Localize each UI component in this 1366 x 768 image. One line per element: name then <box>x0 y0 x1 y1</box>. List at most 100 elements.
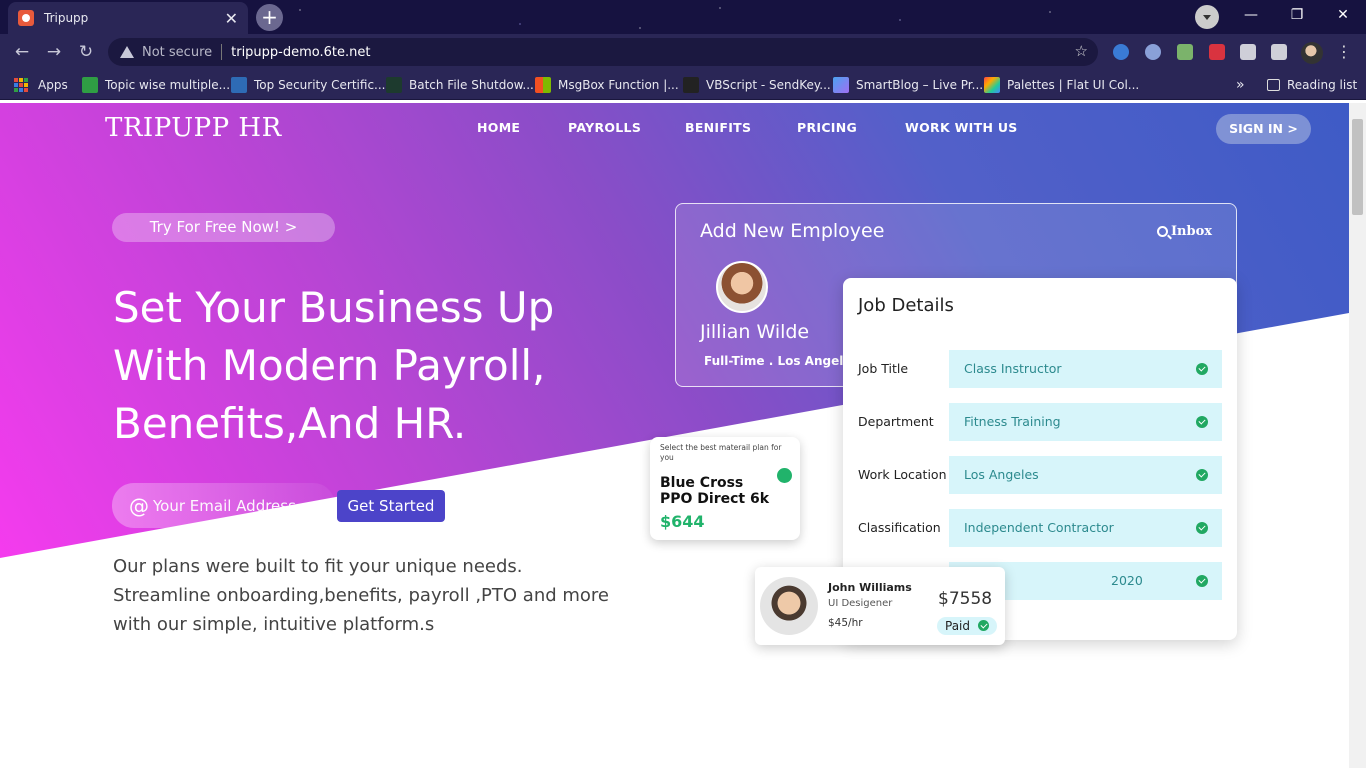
plan-card[interactable]: Select the best materail plan for you Bl… <box>650 437 800 540</box>
reading-list-icon <box>1267 79 1280 91</box>
profile-avatar[interactable] <box>1301 42 1323 64</box>
warning-icon[interactable] <box>120 46 134 58</box>
bookmark-item[interactable]: VBScript - SendKey... <box>683 76 831 94</box>
bookmark-apps[interactable]: Apps <box>14 76 68 94</box>
bookmark-item[interactable]: SmartBlog – Live Pr... <box>833 76 983 94</box>
url-text[interactable]: tripupp-demo.6te.net <box>231 45 370 60</box>
site-logo[interactable]: TRIPUPP HR <box>105 113 282 143</box>
extensions-puzzle-icon[interactable] <box>1240 44 1256 60</box>
forward-button[interactable]: → <box>42 40 66 64</box>
plan-price: $644 <box>660 512 705 531</box>
close-window-button[interactable]: ✕ <box>1320 0 1366 30</box>
hero-subtext: Our plans were built to fit your unique … <box>113 556 610 635</box>
nav-pricing[interactable]: PRICING <box>797 120 857 135</box>
microsoft-icon <box>535 77 551 93</box>
nav-home[interactable]: HOME <box>477 120 520 135</box>
new-tab-button[interactable]: + <box>256 4 283 31</box>
bookmark-item[interactable]: Batch File Shutdow... <box>386 76 534 94</box>
nav-work-with-us[interactable]: WORK WITH US <box>905 120 1018 135</box>
bookmark-label: Topic wise multiple... <box>105 78 231 92</box>
omnibox-divider <box>221 44 223 60</box>
media-control-icon[interactable] <box>1271 44 1287 60</box>
extension-icon-3[interactable] <box>1177 44 1193 60</box>
payroll-card[interactable]: John Williams UI Desigener $45/hr $7558 … <box>755 567 1005 645</box>
bookmark-star-icon[interactable]: ☆ <box>1075 42 1088 60</box>
bookmark-label: Top Security Certific... <box>254 78 386 92</box>
plan-hint: Select the best materail plan for you <box>660 443 782 462</box>
payroll-avatar <box>760 577 818 635</box>
site-icon <box>231 77 247 93</box>
scrollbar-thumb[interactable] <box>1352 119 1363 215</box>
job-detail-value[interactable]: Fitness Training <box>949 403 1222 441</box>
add-employee-title: Add New Employee <box>700 220 885 242</box>
check-circle-icon <box>978 620 989 631</box>
job-detail-row: Department Fitness Training <box>858 403 1222 441</box>
job-detail-row: Job Title Class Instructor <box>858 350 1222 388</box>
extension-icon-2[interactable] <box>1145 44 1161 60</box>
plan-name: Blue Cross PPO Direct 6k <box>660 475 770 507</box>
job-detail-value[interactable]: Los Angeles <box>949 456 1222 494</box>
address-bar[interactable]: Not secure tripupp-demo.6te.net ☆ <box>108 38 1098 66</box>
job-detail-row: Classification Independent Contractor <box>858 509 1222 547</box>
payroll-rate: $45/hr <box>828 617 863 629</box>
bookmark-label: SmartBlog – Live Pr... <box>856 78 984 92</box>
reload-button[interactable]: ↻ <box>74 40 98 64</box>
tripupp-favicon-icon <box>18 10 34 26</box>
search-icon <box>1156 226 1168 237</box>
paid-label: Paid <box>945 619 971 633</box>
inbox-link[interactable]: Inbox <box>1156 224 1212 239</box>
browser-menu-icon[interactable]: ⋮ <box>1336 42 1352 61</box>
site-icon <box>683 77 699 93</box>
reading-list-button[interactable]: Reading list <box>1267 76 1357 94</box>
at-icon: @ <box>129 493 149 518</box>
back-button[interactable]: ← <box>10 40 34 64</box>
job-detail-value[interactable]: Independent Contractor <box>949 509 1222 547</box>
page-viewport: TRIPUPP HR HOME PAYROLLS BENIFITS PRICIN… <box>0 103 1349 768</box>
try-free-button[interactable]: Try For Free Now! > <box>112 213 335 242</box>
nav-benifits[interactable]: BENIFITS <box>685 120 751 135</box>
email-input[interactable]: @ Your Email Address <box>112 483 335 528</box>
nav-payrolls[interactable]: PAYROLLS <box>568 120 641 135</box>
geeks-icon <box>82 77 98 93</box>
bookmark-item[interactable]: Palettes | Flat UI Col... <box>984 76 1139 94</box>
employee-name: Jillian Wilde <box>700 321 810 343</box>
more-bookmarks-button[interactable]: » <box>1236 76 1245 94</box>
bookmark-item[interactable]: MsgBox Function |... <box>535 76 679 94</box>
check-circle-icon <box>1196 416 1208 428</box>
extension-icon-1[interactable] <box>1113 44 1129 60</box>
tab-search-icon[interactable] <box>1195 5 1219 29</box>
tab-close-icon[interactable]: ✕ <box>225 9 238 28</box>
headline-line: Benefits,And HR. <box>113 399 467 448</box>
value-text: 2020 <box>1111 573 1143 588</box>
job-detail-label: Work Location <box>858 467 947 482</box>
apps-grid-icon <box>14 78 28 92</box>
minimize-button[interactable]: — <box>1228 0 1274 30</box>
value-text: Fitness Training <box>964 414 1061 429</box>
not-secure-label[interactable]: Not secure <box>142 45 212 60</box>
check-circle-icon <box>1196 575 1208 587</box>
value-text: Los Angeles <box>964 467 1039 482</box>
email-placeholder[interactable]: Your Email Address <box>153 497 296 515</box>
bookmark-label: MsgBox Function |... <box>558 78 679 92</box>
bookmark-item[interactable]: Topic wise multiple... <box>82 76 230 94</box>
payroll-name: John Williams <box>828 581 912 594</box>
bookmark-item[interactable]: Top Security Certific... <box>231 76 386 94</box>
restore-button[interactable]: ❐ <box>1274 0 1320 30</box>
check-circle-icon <box>1196 363 1208 375</box>
headline-line: Set Your Business Up <box>113 283 555 332</box>
get-started-button[interactable]: Get Started <box>337 490 445 522</box>
plan-status-dot <box>777 468 792 483</box>
browser-toolbar: ← → ↻ Not secure tripupp-demo.6te.net ☆ … <box>0 34 1366 70</box>
extension-icon-4[interactable] <box>1209 44 1225 60</box>
browser-tab[interactable]: Tripupp ✕ <box>8 2 248 34</box>
palettes-icon <box>984 77 1000 93</box>
bookmarks-bar: Apps Topic wise multiple... Top Security… <box>0 70 1366 100</box>
bookmark-label: Palettes | Flat UI Col... <box>1007 78 1140 92</box>
job-detail-label: Department <box>858 414 934 429</box>
sign-in-button[interactable]: SIGN IN > <box>1216 114 1311 144</box>
job-detail-value[interactable]: Class Instructor <box>949 350 1222 388</box>
bookmark-label: VBScript - SendKey... <box>706 78 831 92</box>
payroll-role: UI Desigener <box>828 598 893 609</box>
page-scrollbar[interactable] <box>1349 103 1366 768</box>
job-details-title: Job Details <box>858 295 954 316</box>
